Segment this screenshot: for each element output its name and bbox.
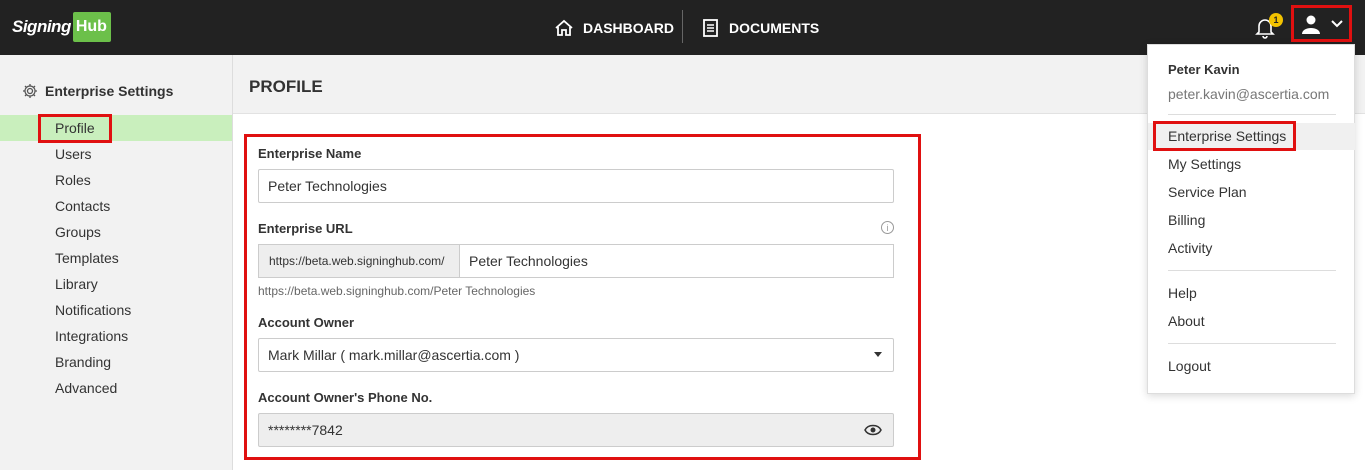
account-owner-select[interactable]: Mark Millar ( mark.millar@ascertia.com ) — [258, 338, 894, 372]
menu-item-billing[interactable]: Billing — [1168, 212, 1205, 228]
gear-icon — [23, 84, 37, 98]
info-icon[interactable]: i — [881, 221, 894, 234]
logo-sign-text: Signing — [12, 16, 71, 36]
nav-dashboard-label: DASHBOARD — [583, 19, 674, 36]
menu-item-help[interactable]: Help — [1168, 285, 1197, 301]
user-dropdown-menu: Peter Kavin peter.kavin@ascertia.com Ent… — [1147, 44, 1355, 394]
sidebar-item-label: Groups — [55, 224, 101, 240]
sidebar-item-contacts[interactable]: Contacts — [0, 193, 232, 219]
menu-item-logout[interactable]: Logout — [1168, 358, 1211, 374]
sidebar-item-label: Users — [55, 146, 92, 162]
user-menu-button[interactable] — [1291, 5, 1352, 42]
menu-item-activity[interactable]: Activity — [1168, 240, 1212, 256]
phone-label: Account Owner's Phone No. — [258, 390, 433, 405]
sidebar-item-label: Branding — [55, 354, 112, 370]
sidebar-item-notifications[interactable]: Notifications — [0, 297, 232, 323]
highlight-box — [38, 114, 112, 143]
sidebar-item-label: Roles — [55, 172, 91, 188]
url-hint: https://beta.web.signinghub.com/Peter Te… — [258, 284, 536, 298]
sidebar-item-users[interactable]: Users — [0, 141, 232, 167]
sidebar-item-label: Advanced — [55, 380, 118, 396]
caret-down-icon — [874, 352, 882, 357]
nav-dashboard[interactable]: DASHBOARD — [554, 0, 674, 55]
sidebar-item-library[interactable]: Library — [0, 271, 232, 297]
enterprise-name-label: Enterprise Name — [258, 146, 362, 161]
menu-divider — [1168, 343, 1336, 344]
sidebar-item-label: Contacts — [55, 198, 111, 214]
home-icon — [555, 19, 573, 36]
menu-item-service-plan[interactable]: Service Plan — [1168, 184, 1247, 200]
sidebar: Enterprise Settings Profile Users Roles … — [0, 55, 233, 470]
account-owner-label: Account Owner — [258, 315, 355, 330]
eye-icon[interactable] — [864, 423, 882, 437]
user-name: Peter Kavin — [1168, 62, 1240, 77]
sidebar-title-label: Enterprise Settings — [45, 83, 174, 99]
sidebar-item-groups[interactable]: Groups — [0, 219, 232, 245]
signinghub-logo[interactable]: Signing Hub — [12, 9, 111, 44]
enterprise-name-input[interactable]: Peter Technologies — [258, 169, 894, 203]
notification-badge: 1 — [1269, 13, 1283, 27]
nav-documents-label: DOCUMENTS — [729, 19, 820, 36]
user-icon — [1301, 15, 1320, 34]
sidebar-item-integrations[interactable]: Integrations — [0, 323, 232, 349]
enterprise-url-label: Enterprise URL — [258, 221, 353, 236]
sidebar-item-profile[interactable]: Profile — [0, 114, 232, 143]
page-title: PROFILE — [249, 77, 323, 96]
phone-input[interactable]: ********7842 — [258, 413, 894, 447]
sidebar-item-label: Notifications — [55, 302, 132, 318]
url-prefix: https://beta.web.signinghub.com/ — [258, 244, 460, 278]
sidebar-item-roles[interactable]: Roles — [0, 167, 232, 193]
sidebar-item-advanced[interactable]: Advanced — [0, 375, 232, 401]
sidebar-item-templates[interactable]: Templates — [0, 245, 232, 271]
user-email: peter.kavin@ascertia.com — [1168, 86, 1330, 102]
nav-documents[interactable]: DOCUMENTS — [702, 0, 819, 55]
menu-item-my-settings[interactable]: My Settings — [1168, 156, 1241, 172]
sidebar-item-branding[interactable]: Branding — [0, 349, 232, 375]
sidebar-item-label: Templates — [55, 250, 119, 266]
sidebar-title: Enterprise Settings — [22, 83, 173, 99]
menu-divider — [1168, 270, 1336, 271]
sidebar-item-label: Library — [55, 276, 98, 292]
chevron-down-icon — [1330, 19, 1343, 27]
menu-divider — [1168, 114, 1336, 115]
sidebar-item-label: Integrations — [55, 328, 129, 344]
menu-item-about[interactable]: About — [1168, 313, 1205, 329]
nav-divider — [682, 10, 683, 43]
menu-item-enterprise-settings[interactable]: Enterprise Settings — [1168, 128, 1286, 144]
enterprise-url-input[interactable]: Peter Technologies — [459, 244, 894, 278]
logo-hub-text: Hub — [72, 11, 111, 42]
document-icon — [703, 18, 718, 37]
